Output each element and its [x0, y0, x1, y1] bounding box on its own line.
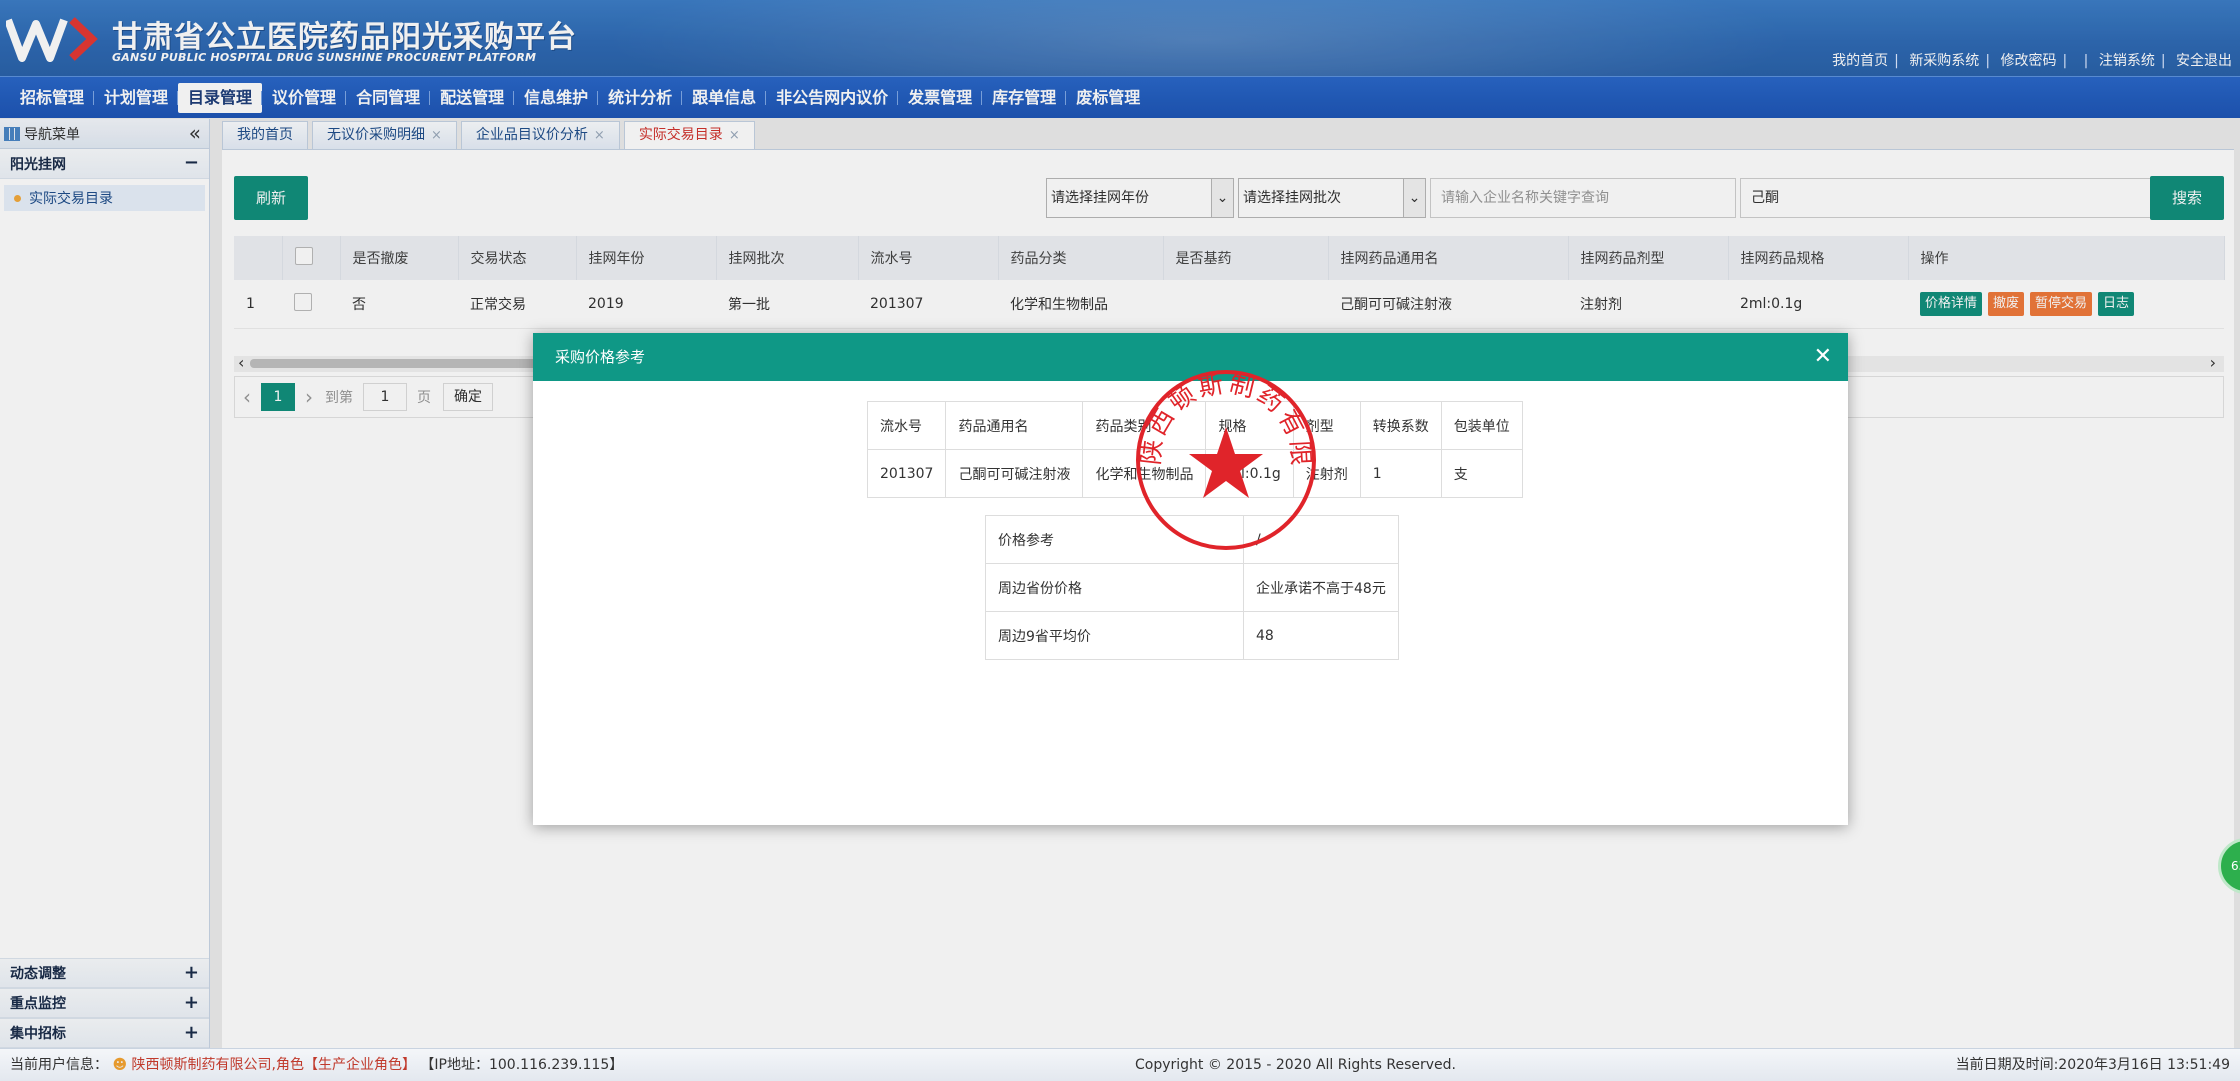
- header-cell: 规格: [1205, 401, 1294, 450]
- table-row: 价格参考 /: [985, 515, 1399, 564]
- table-row: 周边9省平均价 48: [985, 611, 1399, 660]
- price-table: 价格参考 / 周边省份价格 企业承诺不高于48元 周边9省平均价 48: [985, 515, 1399, 660]
- cell-unit: 支: [1440, 449, 1523, 498]
- status-footer: 当前用户信息： ☻ 陕西顿斯制药有限公司,角色【生产企业角色】 【IP地址：10…: [0, 1048, 2240, 1081]
- header-cell: 流水号: [866, 401, 947, 450]
- cell-spec: 2ml:0.1g: [1205, 449, 1294, 498]
- datetime: 当前日期及时间:2020年3月16日 13:51:49: [1955, 1057, 2230, 1073]
- table-header-row: 流水号 药品通用名 药品类别 规格 剂型 转换系数 包装单位: [866, 401, 1523, 450]
- price-value: /: [1243, 515, 1399, 564]
- cell-serial: 201307: [866, 449, 947, 498]
- cell-factor: 1: [1359, 449, 1442, 498]
- cell-drug-name: 己酮可可碱注射液: [945, 449, 1084, 498]
- drug-info-table: 流水号 药品通用名 药品类别 规格 剂型 转换系数 包装单位 201307 己酮…: [866, 401, 1523, 498]
- price-label: 周边省份价格: [985, 563, 1244, 612]
- user-info-value: 陕西顿斯制药有限公司,角色【生产企业角色】: [131, 1057, 416, 1073]
- header-cell: 剂型: [1292, 401, 1361, 450]
- dialog-header: 采购价格参考 ✕: [533, 333, 1848, 381]
- copyright: Copyright © 2015 - 2020 All Rights Reser…: [1135, 1057, 1456, 1073]
- ip-info: 【IP地址：100.116.239.115】: [420, 1057, 624, 1073]
- price-label: 周边9省平均价: [985, 611, 1244, 660]
- user-info: 当前用户信息： ☻ 陕西顿斯制药有限公司,角色【生产企业角色】 【IP地址：10…: [10, 1049, 623, 1081]
- cell-form: 注射剂: [1292, 449, 1361, 498]
- header-cell: 药品类别: [1082, 401, 1207, 450]
- cell-category: 化学和生物制品: [1082, 449, 1207, 498]
- price-value: 企业承诺不高于48元: [1243, 563, 1399, 612]
- price-value: 48: [1243, 611, 1399, 660]
- price-reference-dialog: 采购价格参考 ✕ 流水号 药品通用名 药品类别 规格 剂型 转换系数 包装单位 …: [533, 333, 1848, 825]
- user-icon: ☻: [112, 1057, 128, 1073]
- dialog-title: 采购价格参考: [555, 348, 646, 366]
- header-cell: 转换系数: [1359, 401, 1442, 450]
- price-label: 价格参考: [985, 515, 1244, 564]
- table-row: 周边省份价格 企业承诺不高于48元: [985, 563, 1399, 612]
- close-icon[interactable]: ✕: [1814, 333, 1832, 381]
- header-cell: 包装单位: [1440, 401, 1523, 450]
- header-cell: 药品通用名: [945, 401, 1084, 450]
- user-info-label: 当前用户信息：: [10, 1057, 108, 1073]
- table-row: 201307 己酮可可碱注射液 化学和生物制品 2ml:0.1g 注射剂 1 支: [866, 449, 1523, 498]
